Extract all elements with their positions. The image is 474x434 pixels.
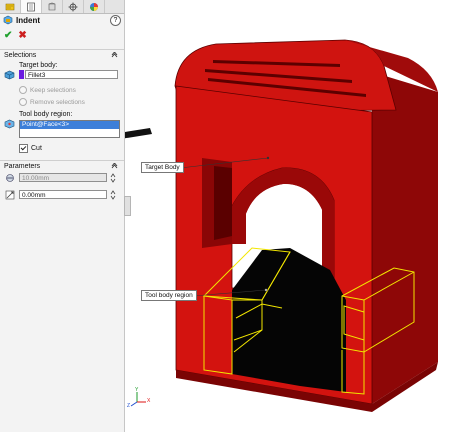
triad-z-label: Z: [127, 403, 131, 409]
cut-checkbox-box: [19, 144, 28, 153]
target-body-callout: Target Body: [141, 162, 184, 173]
cancel-button[interactable]: ✖: [18, 30, 26, 41]
thickness-icon: [6, 174, 14, 182]
thickness-field[interactable]: 10.00mm: [19, 173, 107, 182]
cut-label: Cut: [31, 145, 42, 152]
parameters-header[interactable]: Parameters: [0, 160, 124, 172]
tool-body-leader-dot: [264, 288, 268, 292]
collapse-chevron-icon: [111, 52, 118, 58]
cut-checkbox[interactable]: Cut: [19, 144, 42, 153]
target-body-icon: [4, 70, 15, 80]
target-body-color-swatch: [19, 70, 24, 79]
keep-selections-radio[interactable]: Keep selections: [19, 86, 76, 94]
property-manager-tab[interactable]: [21, 0, 42, 13]
model-view: [46, 39, 438, 412]
target-body-field[interactable]: Fillet3: [25, 70, 118, 79]
tool-body-region-icon: [4, 119, 15, 129]
tool-body-region-label: Tool body region:: [19, 111, 73, 118]
selections-header-label: Selections: [4, 52, 37, 59]
configuration-manager-tab[interactable]: [42, 0, 63, 13]
target-body-label: Target body:: [19, 62, 58, 69]
remove-selections-label: Remove selections: [30, 98, 85, 106]
feature-manager-tab[interactable]: [0, 0, 21, 13]
tool-body-region-list[interactable]: Point@Face<3>: [19, 120, 120, 138]
feature-manager-icon: [5, 3, 15, 10]
remove-selections-radio[interactable]: Remove selections: [19, 98, 85, 106]
graphics-area[interactable]: Target Body Tool body region X Y Z: [46, 0, 474, 432]
tool-body-region-callout: Tool body region: [141, 290, 197, 301]
radio-circle: [19, 86, 27, 94]
collapse-chevron-icon: [111, 163, 118, 169]
left-pocket-inner: [214, 166, 232, 240]
section-divider: [0, 160, 124, 161]
configuration-manager-icon: [48, 2, 56, 10]
property-manager-panel: Indent ? ✔ ✖ Selections Target body: Fil…: [0, 0, 125, 432]
manager-tabs: [0, 0, 124, 14]
keep-selections-label: Keep selections: [30, 86, 76, 94]
ok-button[interactable]: ✔: [4, 30, 12, 41]
cut-region: [232, 248, 346, 392]
clearance-icon: [5, 190, 15, 200]
property-manager-icon: [27, 2, 35, 11]
dimxpert-manager-tab[interactable]: [63, 0, 84, 13]
parameters-header-label: Parameters: [4, 163, 41, 170]
color-wheel-icon: [90, 2, 98, 11]
selections-header[interactable]: Selections: [0, 49, 124, 61]
triad-z-axis: [130, 401, 138, 407]
help-button[interactable]: ?: [110, 15, 121, 26]
clearance-field[interactable]: 0.00mm: [19, 190, 107, 199]
ok-cancel-row: ✔ ✖: [4, 30, 27, 41]
triad-y-label: Y: [135, 387, 139, 393]
pointer-arrow: [46, 128, 152, 153]
display-manager-tab[interactable]: [84, 0, 105, 13]
feature-title: Indent: [16, 15, 40, 25]
tool-body-region-item[interactable]: Point@Face<3>: [20, 121, 119, 129]
target-body-leader-dot: [266, 156, 270, 160]
radio-circle: [19, 98, 27, 106]
feature-title-row: Indent: [3, 15, 40, 25]
clearance-spinner-icon[interactable]: [110, 190, 116, 200]
indent-feature-icon: [3, 15, 13, 25]
crosshair-icon: [68, 2, 78, 11]
triad-x-label: X: [147, 398, 151, 404]
thickness-spinner-icon[interactable]: [110, 173, 116, 183]
body-side-face: [372, 72, 438, 404]
section-divider: [0, 49, 124, 50]
